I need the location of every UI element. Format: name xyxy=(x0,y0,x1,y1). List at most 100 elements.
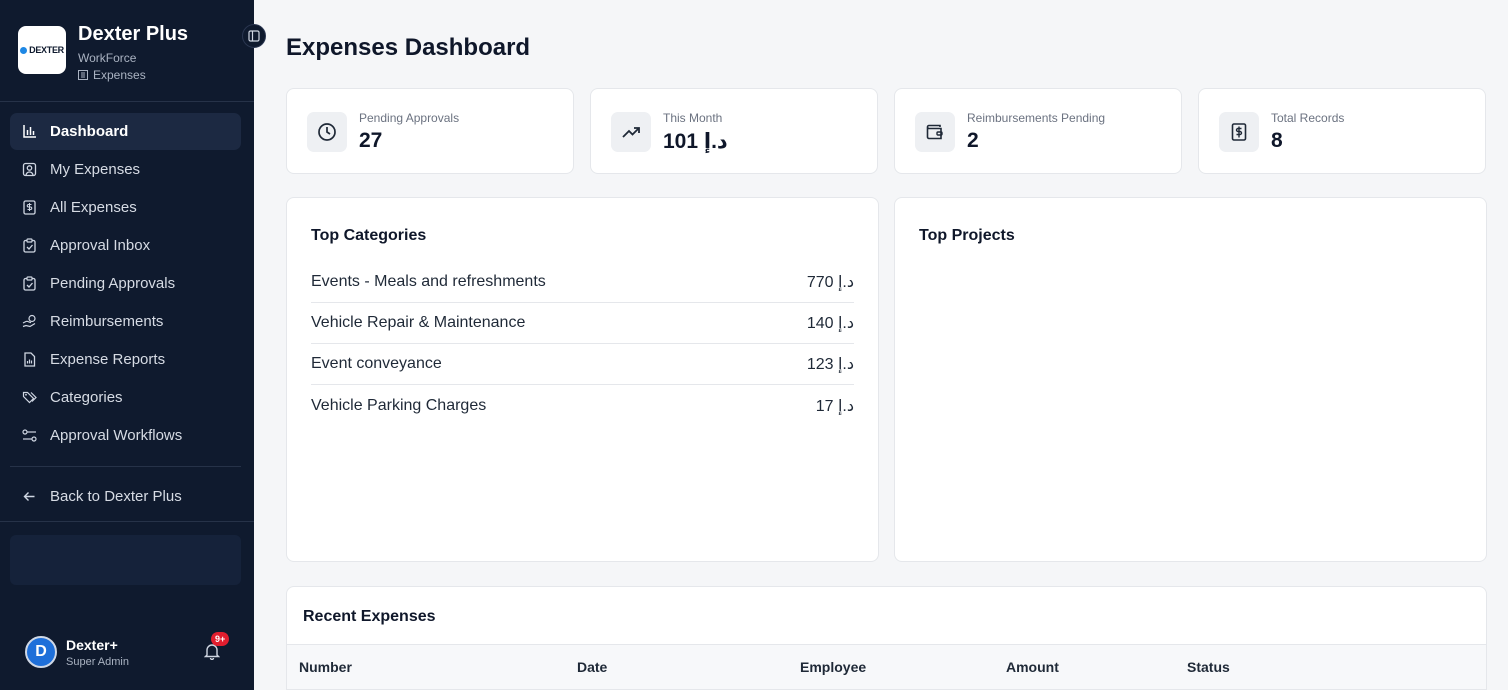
category-name: Event conveyance xyxy=(311,355,442,372)
clipboard-check-icon xyxy=(23,238,36,253)
tags-icon xyxy=(22,391,37,404)
stat-icon-box xyxy=(1219,112,1259,152)
wallet-icon xyxy=(926,124,943,140)
sidebar-divider xyxy=(0,101,254,102)
clock-icon xyxy=(318,123,336,141)
sidebar-item-reimbursements[interactable]: Reimbursements xyxy=(10,303,241,340)
sidebar-divider xyxy=(0,521,254,522)
category-name: Events - Meals and refreshments xyxy=(311,273,546,290)
panel-title: Top Categories xyxy=(311,227,427,244)
panel-title: Recent Expenses xyxy=(303,608,436,625)
bar-chart-icon xyxy=(23,125,36,138)
column-header-amount[interactable]: Amount xyxy=(1006,659,1059,675)
user-name: Dexter+ xyxy=(66,636,118,653)
workflow-icon xyxy=(22,429,37,442)
sidebar-item-approval-workflows[interactable]: Approval Workflows xyxy=(10,417,241,454)
sidebar-item-my-expenses[interactable]: My Expenses xyxy=(10,151,241,188)
category-amount: د.إ 123 xyxy=(806,356,854,373)
file-chart-icon xyxy=(24,352,36,367)
logo-dot-icon xyxy=(20,46,28,54)
brand-logo: DEXTER xyxy=(18,26,66,74)
clipboard-clock-icon xyxy=(23,276,36,291)
sidebar-item-pending-approvals[interactable]: Pending Approvals xyxy=(10,265,241,302)
stat-value: د.إ 101 xyxy=(663,130,728,153)
panel-collapse-icon xyxy=(248,30,260,42)
column-header-number[interactable]: Number xyxy=(299,659,352,675)
category-name: Vehicle Parking Charges xyxy=(311,396,487,414)
sidebar-nav: Dashboard My Expenses All Expenses Appro… xyxy=(10,113,241,516)
sidebar-item-label: Pending Approvals xyxy=(50,275,176,292)
stat-value: 2 xyxy=(967,129,979,152)
sidebar-item-label: Approval Inbox xyxy=(50,237,151,254)
stat-card-total-records[interactable]: Total Records 8 xyxy=(1198,88,1486,174)
panel-title: Top Projects xyxy=(919,227,1015,244)
user-info: Dexter+ Super Admin xyxy=(66,637,129,668)
sidebar-item-approval-inbox[interactable]: Approval Inbox xyxy=(10,227,241,264)
sidebar-item-label: My Expenses xyxy=(50,161,141,178)
user-profile[interactable]: D Dexter+ Super Admin xyxy=(25,636,129,668)
stat-label: Pending Approvals xyxy=(359,111,460,125)
trending-up-icon xyxy=(622,127,640,138)
sidebar-item-label: Categories xyxy=(50,389,123,406)
column-header-status[interactable]: Status xyxy=(1187,659,1230,675)
stat-icon-box xyxy=(307,112,347,152)
back-link-label: Back to Dexter Plus xyxy=(50,488,182,505)
stat-icon-box xyxy=(915,112,955,152)
sidebar-placeholder-box xyxy=(10,535,241,585)
category-list: Events - Meals and refreshments د.إ 770 … xyxy=(311,262,854,426)
logo-text: DEXTER xyxy=(29,45,64,55)
category-amount: د.إ 770 xyxy=(806,274,854,291)
sidebar-item-dashboard[interactable]: Dashboard xyxy=(10,113,241,150)
hand-coins-icon xyxy=(22,314,36,328)
top-projects-panel: Top Projects xyxy=(894,197,1487,562)
stat-value: 27 xyxy=(359,129,383,152)
table-header: Number Date Employee Amount Status xyxy=(287,644,1486,690)
sidebar-item-label: Dashboard xyxy=(50,123,129,140)
module-icon xyxy=(78,70,88,80)
category-amount: د.إ 140 xyxy=(806,315,854,332)
recent-expenses-panel: Recent Expenses Number Date Employee Amo… xyxy=(286,586,1487,690)
stat-label: Reimbursements Pending xyxy=(967,111,1106,125)
brand-text: Dexter Plus WorkForce Expenses xyxy=(78,23,189,82)
sidebar-item-expense-reports[interactable]: Expense Reports xyxy=(10,341,241,378)
category-name: Vehicle Repair & Maintenance xyxy=(311,314,526,331)
sidebar-item-label: Reimbursements xyxy=(50,313,164,330)
column-header-date[interactable]: Date xyxy=(577,659,607,675)
brand-subtitle: WorkForce xyxy=(78,51,137,65)
page-title: Expenses Dashboard xyxy=(286,34,531,61)
dollar-file-icon xyxy=(23,200,36,215)
user-role: Super Admin xyxy=(66,655,129,668)
column-header-employee[interactable]: Employee xyxy=(800,659,866,675)
brand-module-label: Expenses xyxy=(93,68,146,82)
arrow-left-icon xyxy=(23,492,35,501)
stat-card-reimbursements-pending[interactable]: Reimbursements Pending 2 xyxy=(894,88,1182,174)
back-to-dexter-plus-link[interactable]: Back to Dexter Plus xyxy=(10,478,241,515)
stat-label: This Month xyxy=(663,111,723,125)
user-square-icon xyxy=(22,162,37,177)
stat-icon-box xyxy=(611,112,651,152)
brand-module: Expenses xyxy=(78,68,188,82)
list-item[interactable]: Event conveyance د.إ 123 xyxy=(311,344,854,385)
sidebar-item-label: Expense Reports xyxy=(50,351,166,368)
stat-card-pending-approvals[interactable]: Pending Approvals 27 xyxy=(286,88,574,174)
list-item[interactable]: Vehicle Repair & Maintenance د.إ 140 xyxy=(311,303,854,344)
notification-badge: 9+ xyxy=(211,632,230,646)
collapse-sidebar-button[interactable] xyxy=(242,24,266,48)
list-item[interactable]: Vehicle Parking Charges د.إ 17 xyxy=(311,385,854,426)
receipt-dollar-icon xyxy=(1231,123,1247,141)
stat-value: 8 xyxy=(1271,129,1283,152)
stat-card-this-month[interactable]: This Month د.إ 101 xyxy=(590,88,878,174)
sidebar: DEXTER Dexter Plus WorkForce Expenses Da… xyxy=(0,0,266,690)
brand[interactable]: DEXTER Dexter Plus WorkForce Expenses xyxy=(18,23,189,82)
list-item[interactable]: Events - Meals and refreshments د.إ 770 xyxy=(311,262,854,303)
brand-title: Dexter Plus xyxy=(78,23,189,45)
nav-divider xyxy=(10,466,241,467)
top-categories-panel: Top Categories Events - Meals and refres… xyxy=(286,197,879,562)
avatar: D xyxy=(25,636,57,668)
sidebar-item-label: All Expenses xyxy=(50,199,137,216)
stat-label: Total Records xyxy=(1271,111,1345,125)
sidebar-item-categories[interactable]: Categories xyxy=(10,379,241,416)
sidebar-item-label: Approval Workflows xyxy=(50,427,183,444)
sidebar-item-all-expenses[interactable]: All Expenses xyxy=(10,189,241,226)
category-amount: د.إ 17 xyxy=(815,397,854,415)
